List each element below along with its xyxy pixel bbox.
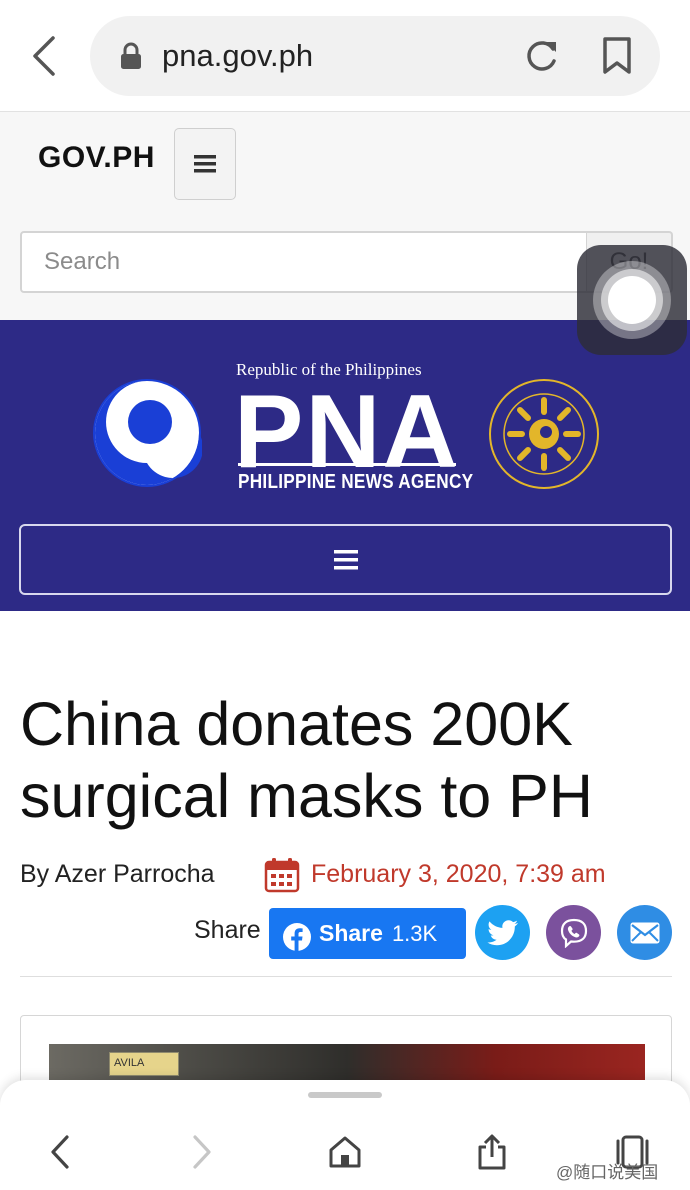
toolbar-home-button[interactable] bbox=[323, 1130, 367, 1174]
pna-circle-logo bbox=[93, 379, 202, 487]
twitter-share-button[interactable] bbox=[475, 905, 530, 960]
facebook-share-count: 1.3K bbox=[391, 920, 438, 946]
hamburger-icon bbox=[194, 155, 216, 173]
assistive-touch-button[interactable] bbox=[577, 245, 687, 355]
hamburger-icon bbox=[333, 549, 358, 569]
facebook-share-button[interactable]: Share 1.3K bbox=[269, 908, 466, 959]
email-share-button[interactable] bbox=[617, 905, 672, 960]
article-headline: China donates 200K surgical masks to PH bbox=[20, 690, 593, 830]
toolbar-forward-button[interactable] bbox=[180, 1130, 224, 1174]
email-icon bbox=[630, 922, 659, 943]
watermark: @随口说美国 bbox=[556, 1163, 659, 1182]
forward-icon bbox=[193, 1135, 211, 1169]
search-input[interactable] bbox=[20, 231, 588, 293]
assistive-ring bbox=[608, 276, 656, 324]
pcoo-seal-icon bbox=[489, 379, 599, 489]
pna-underline bbox=[238, 463, 456, 466]
url-field[interactable]: pna.gov.ph bbox=[90, 16, 660, 96]
agency-name: PHILIPPINE NEWS AGENCY bbox=[238, 471, 474, 493]
viber-share-button[interactable] bbox=[546, 905, 601, 960]
chevron-left-icon bbox=[33, 36, 55, 76]
share-label: Share bbox=[194, 916, 261, 944]
browser-address-bar: pna.gov.ph bbox=[0, 0, 690, 112]
image-sign: AVILA bbox=[109, 1052, 179, 1076]
toolbar-back-button[interactable] bbox=[38, 1130, 82, 1174]
twitter-icon bbox=[486, 919, 518, 945]
home-icon bbox=[329, 1136, 361, 1168]
article-date: February 3, 2020, 7:39 am bbox=[311, 860, 606, 888]
browser-back-button[interactable] bbox=[26, 32, 62, 80]
viber-icon bbox=[560, 918, 587, 948]
pna-banner: Republic of the Philippines PNA PHILIPPI… bbox=[0, 320, 690, 611]
toolbar-share-button[interactable] bbox=[470, 1130, 514, 1174]
toolbar-handle[interactable] bbox=[308, 1092, 382, 1098]
lock-icon bbox=[121, 42, 141, 69]
bookmark-icon[interactable] bbox=[602, 37, 632, 75]
facebook-icon bbox=[283, 922, 311, 951]
gov-ph-logo[interactable]: GOV.PH bbox=[38, 141, 155, 175]
pna-menu-button[interactable] bbox=[19, 524, 672, 595]
gov-menu-button[interactable] bbox=[174, 128, 236, 200]
calendar-icon bbox=[264, 858, 300, 893]
share-icon bbox=[478, 1134, 506, 1170]
divider bbox=[20, 976, 672, 977]
article-byline[interactable]: By Azer Parrocha bbox=[20, 860, 215, 889]
reload-icon[interactable] bbox=[522, 37, 560, 75]
url-text: pna.gov.ph bbox=[162, 38, 314, 73]
back-icon bbox=[51, 1135, 69, 1169]
facebook-share-label: Share bbox=[319, 920, 383, 946]
